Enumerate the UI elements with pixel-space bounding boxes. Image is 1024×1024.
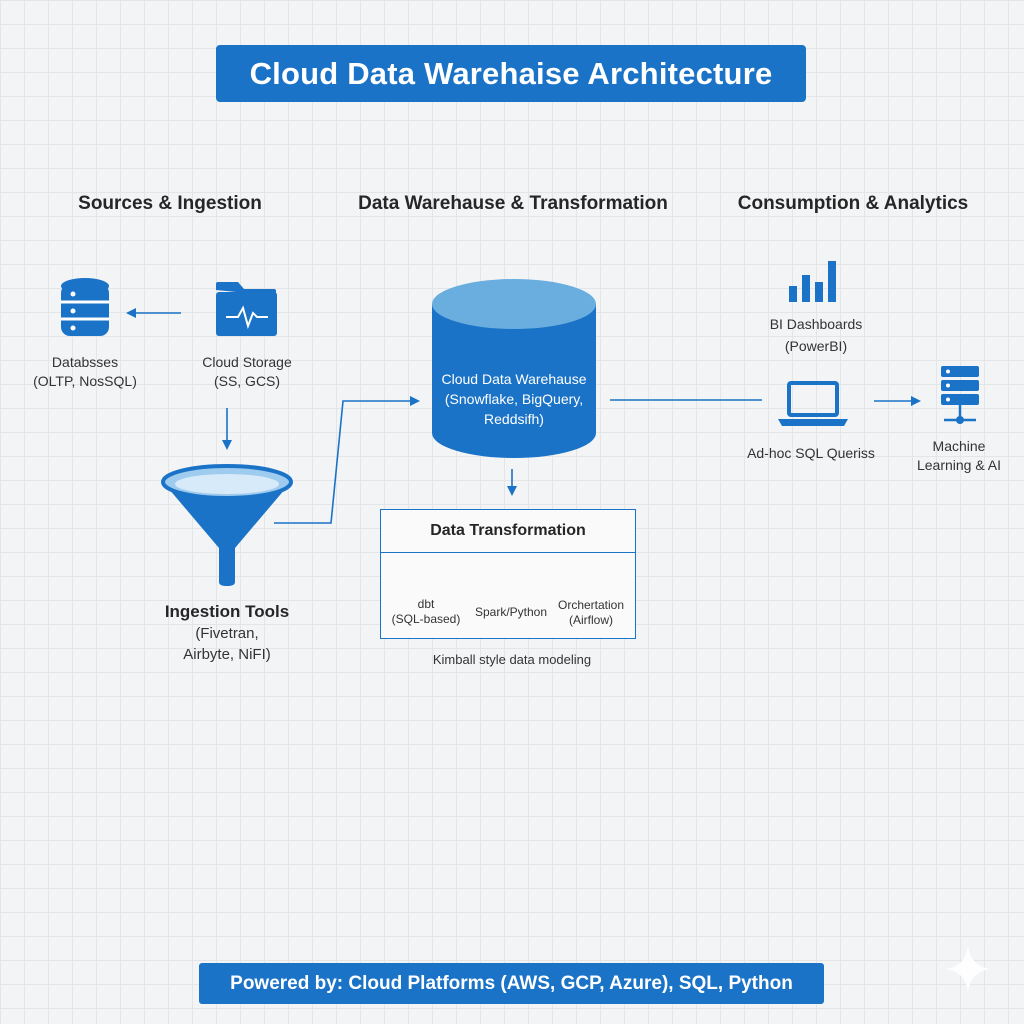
transformation-caption: Kimball style data modeling (432, 652, 592, 667)
transformation-title: Data Transformation (381, 510, 635, 553)
ingestion-tools-label: Ingestion Tools (Fivetran, Airbyte, NiFI… (164, 602, 290, 663)
footer-text: Powered by: Cloud Platforms (AWS, GCP, A… (230, 972, 793, 994)
spark-label: Spark/Python (474, 605, 548, 619)
adhoc-sql-label: Ad-hoc SQL Queriss (747, 445, 875, 461)
bar-chart-icon (789, 261, 836, 302)
warehouse-label: Cloud Data Warehause (Snowflake, BigQuer… (441, 371, 587, 427)
funnel-icon (161, 464, 293, 586)
machine-learning-label: Machine Learning & AI (916, 438, 1002, 473)
server-icon (941, 366, 979, 424)
orchestration-label: Orchertation (Airflow) (557, 598, 625, 627)
sparkle-icon (946, 945, 990, 993)
footer-banner: Powered by: Cloud Platforms (AWS, GCP, A… (199, 963, 824, 1004)
databases-label: Databsses (OLTP, NosSQL) (33, 354, 137, 389)
dbt-label: dbt (SQL-based) (391, 597, 461, 626)
arrow-ingestion-to-warehouse (274, 396, 420, 524)
cloud-storage-label: Cloud Storage (SS, GCS) (202, 354, 292, 389)
database-icon (61, 278, 109, 336)
bi-dashboards-label: BI Dashboards (PowerBI) (769, 316, 863, 354)
laptop-icon (778, 381, 848, 426)
folder-icon (216, 282, 277, 336)
